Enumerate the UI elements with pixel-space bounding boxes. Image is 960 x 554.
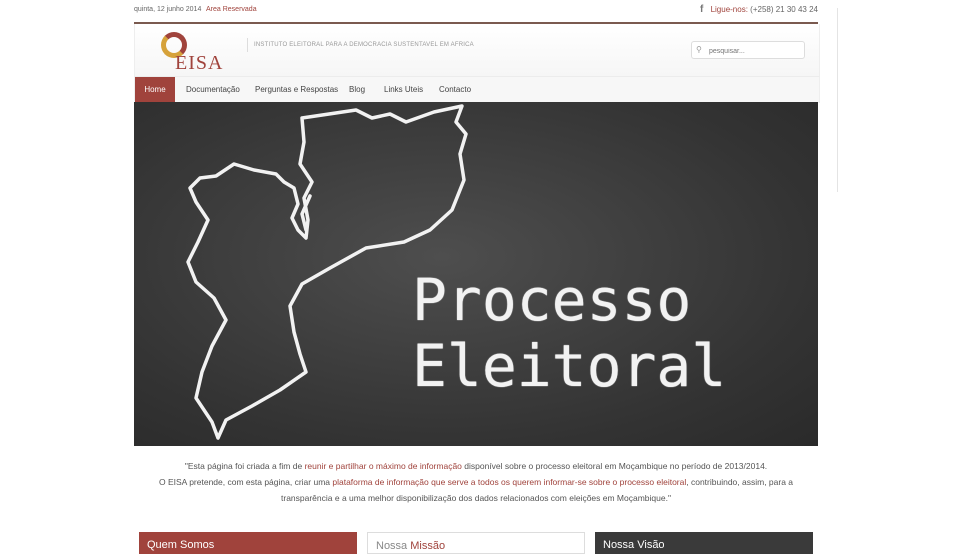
hero-title-line1: Processo (412, 266, 692, 334)
mission-word: Missão (410, 540, 446, 552)
nav-blog[interactable]: Blog (349, 77, 365, 103)
who-we-are-box[interactable]: Quem Somos (139, 532, 357, 554)
intro-text-segment: , contribuindo, assim, para a (686, 477, 794, 487)
mission-prefix: Nossa (376, 540, 411, 552)
intro-line3: transparência e a uma melhor disponibili… (281, 493, 671, 503)
main-nav: Home Documentação Perguntas e Respostas … (134, 76, 820, 103)
hero-title-line2: Eleitoral (412, 332, 727, 400)
page-edge-line (837, 8, 838, 192)
nav-perguntas-respostas[interactable]: Perguntas e Respostas (255, 77, 338, 103)
our-mission-box[interactable]: Nossa Missão (367, 532, 585, 554)
intro-text-segment: O EISA pretende, com esta página, criar … (158, 477, 333, 487)
intro-highlight-link[interactable]: plataforma de informação que serve a tod… (332, 477, 686, 487)
top-bar: quinta, 12 junho 2014 Area Reservada f L… (134, 0, 818, 24)
logo-text: EISA (175, 52, 224, 74)
hero-banner: Processo Eleitoral (134, 102, 818, 446)
intro-line1: "Esta página foi criada a fim de reunir … (134, 458, 818, 474)
nav-contacto[interactable]: Contacto (439, 77, 471, 103)
eisa-logo[interactable]: EISA (159, 30, 239, 74)
our-vision-box[interactable]: Nossa Visão (595, 532, 813, 554)
nav-documentacao[interactable]: Documentação (186, 77, 240, 103)
intro-highlight-link[interactable]: reunir e partilhar o máximo de informaçã… (305, 461, 462, 471)
phone-number: (+258) 21 30 43 24 (750, 5, 818, 14)
search-input[interactable] (707, 44, 803, 58)
intro-text: "Esta página foi criada a fim de reunir … (134, 458, 818, 506)
phone-label: Ligue-nos: (710, 5, 748, 14)
nav-links-uteis[interactable]: Links Uteis (384, 77, 423, 103)
site-header: EISA INSTITUTO ELEITORAL PARA A DEMOCRAC… (134, 24, 820, 76)
facebook-icon[interactable]: f (700, 4, 703, 15)
intro-text-segment: disponível sobre o processo eleitoral em… (461, 461, 768, 471)
site-tagline: INSTITUTO ELEITORAL PARA A DEMOCRACIA SU… (247, 38, 474, 52)
intro-line2: O EISA pretende, com esta página, criar … (134, 474, 818, 490)
intro-text-segment: "Esta página foi criada a fim de (184, 461, 305, 471)
phone-info: Ligue-nos: (+258) 21 30 43 24 (711, 5, 818, 14)
current-date: quinta, 12 junho 2014 (134, 6, 202, 13)
restricted-area-link[interactable]: Area Reservada (206, 6, 257, 13)
nav-home[interactable]: Home (135, 77, 175, 103)
search-icon: ⚲ (696, 45, 702, 54)
search-box[interactable]: ⚲ (691, 41, 805, 59)
